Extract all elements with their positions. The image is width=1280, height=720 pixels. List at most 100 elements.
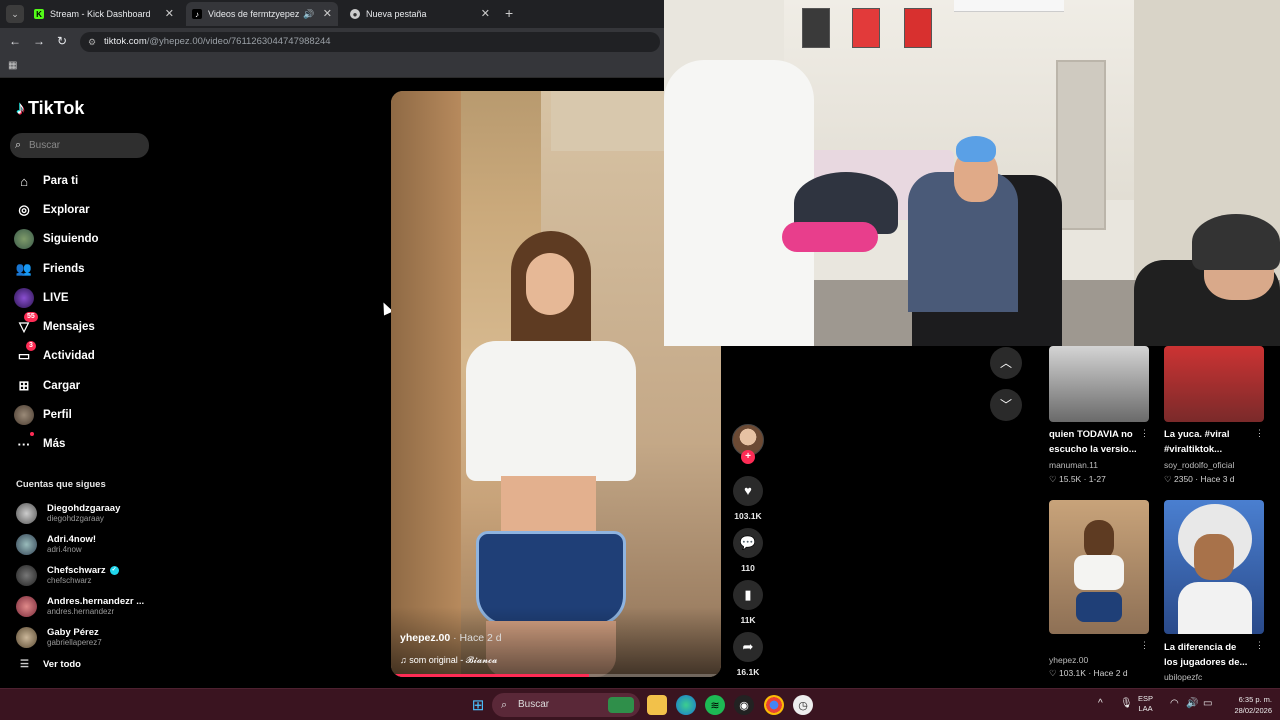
search-icon: ⌕ (15, 139, 22, 151)
nav-mas[interactable]: ··· Más (14, 432, 66, 455)
more-options-icon[interactable]: ⋮ (1140, 640, 1149, 651)
account-name: Andres.hernandezr ... (47, 595, 145, 607)
chrome-icon[interactable] (764, 695, 784, 715)
screen: ⌄ K Stream - Kick Dashboard ✕ ♪ Videos d… (0, 0, 1280, 720)
clock-date: 28/02/2026 (1234, 706, 1272, 715)
keyboard-language[interactable]: ESP LAA (1138, 694, 1153, 714)
tab-kick-dashboard[interactable]: K Stream - Kick Dashboard ✕ (28, 2, 180, 26)
account-handle: diegohdzgaraay (47, 513, 104, 523)
nav-label: Siguiendo (43, 233, 99, 245)
spotify-icon[interactable]: ≋ (705, 695, 725, 715)
recommended-author[interactable]: yhepez.00 (1049, 655, 1088, 665)
recommended-thumbnail[interactable] (1164, 500, 1264, 634)
nav-friends[interactable]: 👥 Friends (14, 258, 85, 280)
nav-label: Explorar (43, 204, 90, 216)
next-video-chevron-down-icon[interactable]: ﹀ (990, 389, 1022, 421)
more-options-icon[interactable]: ⋮ (1255, 428, 1264, 439)
taskbar-search-input[interactable]: ⌕ Buscar (492, 693, 640, 717)
followed-account-item[interactable]: Diegohdzgaraay diegohdzgaraay (16, 500, 120, 526)
nav-actividad[interactable]: ▭ 3 Actividad (14, 341, 95, 367)
nav-label: Mensajes (43, 321, 95, 333)
nav-mensajes[interactable]: ▽ 55 Mensajes (14, 312, 95, 338)
recommended-thumbnail[interactable] (1049, 346, 1149, 422)
comment-icon[interactable]: 💬 (733, 528, 763, 558)
video-author-name: yhepez.00 (400, 632, 451, 644)
tab-tiktok-video[interactable]: ♪ Videos de fermtzyepez 🔊 ✕ (186, 2, 338, 26)
more-options-icon[interactable]: ⋮ (1255, 640, 1264, 651)
followed-account-item[interactable]: Andres.hernandezr ... andres.hernandezr (16, 593, 144, 619)
nav-cargar[interactable]: ⊞ Cargar (14, 375, 81, 397)
edge-browser-icon[interactable] (676, 695, 696, 715)
close-tab-icon[interactable]: ✕ (323, 7, 332, 20)
video-author[interactable]: yhepez.00 · Hace 2 d (400, 632, 502, 644)
heart-outline-icon: ♡ (1049, 474, 1057, 484)
nav-perfil[interactable]: Perfil (14, 404, 72, 426)
account-name: Gaby Pérez (47, 626, 99, 638)
nav-siguiendo[interactable]: Siguiendo (14, 228, 99, 250)
wifi-icon[interactable]: ◠ (1170, 698, 1179, 709)
account-handle: gabriellaperez7 (47, 637, 102, 647)
nav-live[interactable]: LIVE (14, 287, 69, 309)
new-tab-plus-icon[interactable]: + (505, 5, 513, 21)
recommended-title[interactable]: La diferencia de los jugadores de... (1164, 640, 1268, 670)
tab-new-tab[interactable]: ● Nueva pestaña ✕ (344, 2, 496, 26)
recommended-title[interactable]: quien TODAVIA no escucho la versio... (1049, 427, 1153, 457)
chrome-favicon-icon: ● (350, 9, 360, 19)
back-arrow-icon[interactable]: ← (9, 34, 21, 48)
recommended-title[interactable]: La yuca. #viral #viraltiktok... (1164, 427, 1268, 457)
obs-icon[interactable]: ◉ (734, 695, 754, 715)
apps-grid-icon[interactable]: ▦ (8, 60, 17, 71)
messages-badge: 55 (24, 312, 38, 322)
windows-start-icon[interactable]: ⊞ (468, 695, 488, 715)
recommended-thumbnail[interactable] (1049, 500, 1149, 634)
compass-icon: ◎ (18, 202, 30, 217)
recommended-author[interactable]: ubilopezfc (1164, 672, 1202, 682)
recommended-thumbnail[interactable] (1164, 346, 1264, 422)
tiktok-logo[interactable]: ♪ TikTok (16, 98, 84, 119)
file-explorer-icon[interactable] (647, 695, 667, 715)
bookmark-icon[interactable]: ▮ (733, 580, 763, 610)
title-line: #viraltiktok... (1164, 444, 1223, 455)
address-bar-row: ← → ↻ ⚙ tiktok.com/@yhepez.00/video/7611… (0, 28, 664, 56)
url-field[interactable]: ⚙ tiktok.com/@yhepez.00/video/7611263044… (80, 32, 660, 52)
nav-label: Cargar (43, 380, 81, 392)
music-note-icon: ♫ (400, 655, 407, 665)
followed-account-item[interactable]: Chefschwarz ✓ chefschwarz (16, 562, 119, 588)
follow-plus-icon[interactable]: + (741, 450, 755, 464)
speaker-icon[interactable]: 🔊 (303, 9, 314, 20)
nav-explorar[interactable]: ◎ Explorar (14, 199, 90, 221)
site-info-icon[interactable]: ⚙ (88, 32, 96, 52)
live-icon (14, 288, 34, 308)
tray-chevron-up-icon[interactable]: ^ (1098, 698, 1103, 709)
like-heart-icon[interactable]: ♥ (733, 476, 763, 506)
video-progress-bar[interactable] (391, 674, 721, 677)
recommended-author[interactable]: soy_rodolfo_oficial (1164, 460, 1234, 470)
followed-account-item[interactable]: Adri.4now! adri.4now (16, 531, 96, 557)
webcam-air-conditioner (954, 0, 1064, 12)
previous-video-chevron-up-icon[interactable]: ︿ (990, 347, 1022, 379)
close-tab-icon[interactable]: ✕ (481, 7, 490, 20)
reload-icon[interactable]: ↻ (57, 34, 67, 48)
volume-icon[interactable]: 🔊 (1186, 698, 1198, 709)
search-input[interactable]: ⌕ Buscar (10, 133, 149, 158)
tab-search-icon[interactable]: ⌄ (6, 5, 24, 23)
video-sound[interactable]: ♫ som original - 𝓑𝓲𝓪𝓷𝓬𝓪 (400, 655, 497, 666)
nav-label: Más (43, 438, 66, 450)
search-placeholder: Buscar (29, 140, 61, 151)
more-options-icon[interactable]: ⋮ (1140, 428, 1149, 439)
clock-app-icon[interactable]: ◷ (793, 695, 813, 715)
followed-account-item[interactable]: Gaby Pérez gabriellaperez7 (16, 624, 102, 650)
video-person-shirt (466, 341, 636, 481)
taskbar-clock[interactable]: 6:35 p. m. 28/02/2026 (1224, 694, 1272, 716)
forward-arrow-icon[interactable]: → (33, 34, 45, 48)
nav-para-ti[interactable]: ⌂ Para ti (14, 170, 78, 192)
likes: 103.1K (1059, 668, 1086, 678)
video-person-face (526, 253, 574, 315)
share-arrow-icon[interactable]: ➦ (733, 632, 763, 662)
meta: · Hace 3 d (1195, 474, 1235, 484)
see-all-link[interactable]: ☰ Ver todo (20, 659, 81, 670)
microphone-icon[interactable]: 🎙 (1120, 698, 1133, 709)
battery-icon[interactable]: ▭ (1203, 698, 1212, 709)
close-tab-icon[interactable]: ✕ (165, 7, 174, 20)
recommended-author[interactable]: manuman.11 (1049, 460, 1098, 470)
